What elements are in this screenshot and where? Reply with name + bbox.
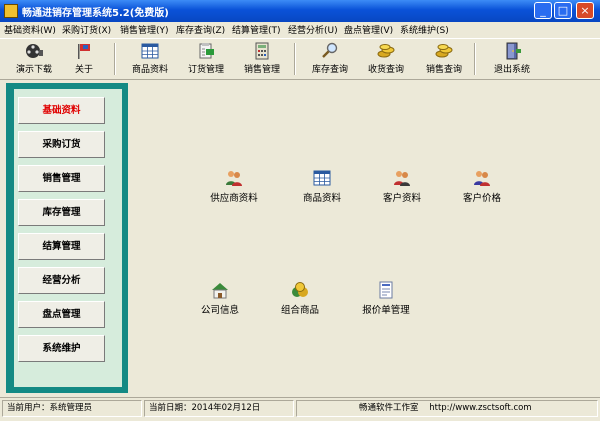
people-icon <box>226 171 242 186</box>
coins-icon <box>377 44 395 58</box>
toolbar-separator <box>294 43 296 75</box>
minimize-button[interactable]: _ <box>534 2 552 19</box>
calculator-icon <box>255 42 269 60</box>
document-icon <box>379 281 393 299</box>
bundle-product-item[interactable]: 组合商品 <box>260 281 340 316</box>
product-data-button[interactable]: 商品资料 <box>122 41 178 77</box>
house-icon <box>212 283 228 299</box>
quotation-management-item[interactable]: 报价单管理 <box>346 281 426 316</box>
sales-query-button[interactable]: 销售查询 <box>416 41 472 77</box>
toolbar-separator <box>474 43 476 75</box>
door-icon <box>506 42 521 60</box>
status-current-user: 当前用户：系统管理员 <box>2 400 142 417</box>
studio-website: http://www.zsctsoft.com <box>429 403 532 413</box>
people-icon <box>394 171 410 186</box>
nav-stocktake[interactable]: 盘点管理 <box>18 301 105 328</box>
about-button[interactable]: 关于 <box>56 41 112 77</box>
toolbar: 演示下载 关于 商品资料 订货管理 销售管理 库存查询 收货查询 销售查询 退出… <box>0 38 600 80</box>
menu-bar: 基础资料(W) 采购订货(X) 销售管理(Y) 库存查询(Z) 结算管理(T) … <box>0 22 600 37</box>
magnifier-icon <box>322 42 338 58</box>
nav-sales[interactable]: 销售管理 <box>18 165 105 192</box>
grid-icon <box>313 170 331 186</box>
menu-item-basic-data[interactable]: 基础资料(W) <box>4 23 56 36</box>
app-icon <box>4 4 18 18</box>
people-icon <box>474 171 490 186</box>
menu-item-settlement[interactable]: 结算管理(T) <box>232 23 281 36</box>
nav-purchase[interactable]: 采购订货 <box>18 131 105 158</box>
nav-inventory[interactable]: 库存管理 <box>18 199 105 226</box>
sidebar: 基础资料 采购订货 销售管理 库存管理 结算管理 经营分析 盘点管理 系统维护 <box>6 83 128 393</box>
menu-item-system[interactable]: 系统维护(S) <box>400 23 449 36</box>
coins-icon <box>292 282 308 297</box>
supplier-data-item[interactable]: 供应商资料 <box>194 169 274 204</box>
flag-icon <box>78 44 90 59</box>
menu-item-inventory[interactable]: 库存查询(Z) <box>176 23 225 36</box>
toolbar-separator <box>114 43 116 75</box>
nav-settlement[interactable]: 结算管理 <box>18 233 105 260</box>
main-panel: 供应商资料 商品资料 客户资料 客户价格 公司信息 组合商品 报价单管理 <box>132 83 598 395</box>
menu-item-purchase[interactable]: 采购订货(X) <box>62 23 111 36</box>
coins-icon <box>435 44 453 58</box>
order-management-button[interactable]: 订货管理 <box>178 41 234 77</box>
sidebar-panel: 基础资料 采购订货 销售管理 库存管理 结算管理 经营分析 盘点管理 系统维护 <box>14 89 122 387</box>
menu-item-sales[interactable]: 销售管理(Y) <box>120 23 169 36</box>
status-current-date: 当前日期：2014年02月12日 <box>144 400 294 417</box>
nav-basic-data[interactable]: 基础资料 <box>18 97 105 124</box>
exit-system-button[interactable]: 退出系统 <box>484 41 540 77</box>
clipboard-icon <box>199 43 214 59</box>
nav-system[interactable]: 系统维护 <box>18 335 105 362</box>
film-reel-icon <box>26 44 43 58</box>
nav-analysis[interactable]: 经营分析 <box>18 267 105 294</box>
grid-icon <box>141 43 159 59</box>
company-info-item[interactable]: 公司信息 <box>180 281 260 316</box>
studio-name: 畅通软件工作室 <box>359 403 419 413</box>
maximize-button[interactable]: □ <box>554 2 572 19</box>
title-bar: 畅通进销存管理系统5.2(免费版) _ □ × <box>0 0 600 22</box>
sales-management-button[interactable]: 销售管理 <box>234 41 290 77</box>
receipt-query-button[interactable]: 收货查询 <box>358 41 414 77</box>
menu-item-analysis[interactable]: 经营分析(U) <box>288 23 338 36</box>
product-data-item[interactable]: 商品资料 <box>282 169 362 204</box>
window-title: 畅通进销存管理系统5.2(免费版) <box>22 8 169 19</box>
customer-data-item[interactable]: 客户资料 <box>362 169 442 204</box>
close-button[interactable]: × <box>576 2 594 19</box>
status-bar: 当前用户：系统管理员 当前日期：2014年02月12日 畅通软件工作室 http… <box>0 397 600 421</box>
menu-item-stocktake[interactable]: 盘点管理(V) <box>344 23 393 36</box>
status-studio-info: 畅通软件工作室 http://www.zsctsoft.com <box>296 400 598 417</box>
inventory-query-button[interactable]: 库存查询 <box>302 41 358 77</box>
customer-price-item[interactable]: 客户价格 <box>442 169 522 204</box>
demo-download-button[interactable]: 演示下载 <box>6 41 62 77</box>
